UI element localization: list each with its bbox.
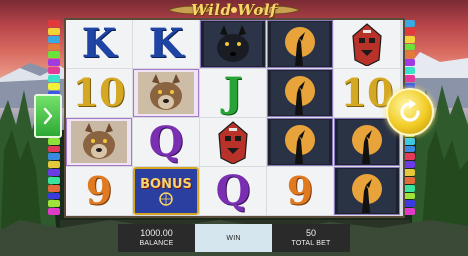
total-bet-value: 50 — [305, 228, 316, 238]
wolf-head-icon — [71, 121, 127, 163]
symbol-black-wolf — [200, 20, 266, 68]
spin-button[interactable] — [386, 88, 434, 136]
chevron-right-icon — [43, 107, 53, 125]
symbol-moon-wolf — [267, 118, 333, 166]
win-label: WIN — [226, 234, 241, 242]
reel-grid: K 10 9 K Q BONUS J Q 9 10 — [64, 18, 405, 218]
symbol-letter: Q — [215, 167, 251, 214]
symbol-q: Q — [200, 167, 266, 215]
win-display: WIN — [195, 224, 272, 252]
black-wolf-icon — [204, 22, 262, 66]
status-bar: 1000.00 BALANCE WIN 50 TOTAL BET — [118, 224, 350, 252]
refresh-arrow-icon — [400, 99, 420, 122]
howling-wolf-moon-icon — [271, 22, 329, 66]
symbol-moon-wolf — [267, 69, 333, 117]
symbol-j: J — [200, 69, 266, 117]
dreamcatcher-icon — [159, 191, 173, 206]
howling-wolf-moon-icon — [338, 169, 396, 213]
totem-mask-icon — [218, 121, 248, 164]
reel-3: J Q — [200, 20, 267, 216]
symbol-letter: J — [223, 69, 243, 116]
symbol-letter: Q — [148, 118, 184, 165]
balance-label: BALANCE — [139, 240, 174, 247]
totem-mask-icon — [352, 23, 382, 66]
symbol-nine: 9 — [66, 167, 132, 215]
symbol-q: Q — [133, 118, 199, 166]
total-bet-display[interactable]: 50 TOTAL BET — [272, 224, 350, 252]
symbol-moon-wolf — [267, 20, 333, 68]
symbol-moon-wolf — [334, 167, 400, 215]
symbol-k: K — [133, 20, 199, 68]
symbol-wolf — [66, 118, 132, 166]
symbol-letter: 9 — [286, 168, 314, 213]
next-page-button[interactable] — [34, 94, 62, 138]
symbol-letter: 10 — [72, 70, 126, 115]
symbol-k: K — [66, 20, 132, 68]
symbol-nine: 9 — [267, 167, 333, 215]
symbol-letter: K — [148, 20, 184, 67]
symbol-totem — [200, 118, 266, 166]
symbol-letter: 9 — [85, 168, 113, 213]
symbol-wolf — [133, 69, 199, 117]
reel-2: K Q BONUS — [133, 20, 200, 216]
howling-wolf-moon-icon — [271, 120, 329, 164]
wolf-head-icon — [138, 72, 194, 114]
symbol-totem — [334, 20, 400, 68]
balance-value: 1000.00 — [140, 228, 173, 238]
balance-display: 1000.00 BALANCE — [118, 224, 195, 252]
symbol-bonus: BONUS — [133, 167, 199, 215]
total-bet-label: TOTAL BET — [291, 240, 331, 247]
reel-4: 9 — [267, 20, 334, 216]
howling-wolf-moon-icon — [271, 71, 329, 115]
reel-1: K 10 9 — [66, 20, 133, 216]
bonus-tile: BONUS — [133, 167, 199, 215]
symbol-letter: K — [81, 20, 117, 67]
symbol-ten: 10 — [66, 69, 132, 117]
game-title: Wild Wolf — [191, 1, 277, 19]
game-logo: Wild Wolf — [164, 0, 304, 20]
howling-wolf-moon-icon — [338, 120, 396, 164]
bonus-label: BONUS — [140, 176, 192, 192]
